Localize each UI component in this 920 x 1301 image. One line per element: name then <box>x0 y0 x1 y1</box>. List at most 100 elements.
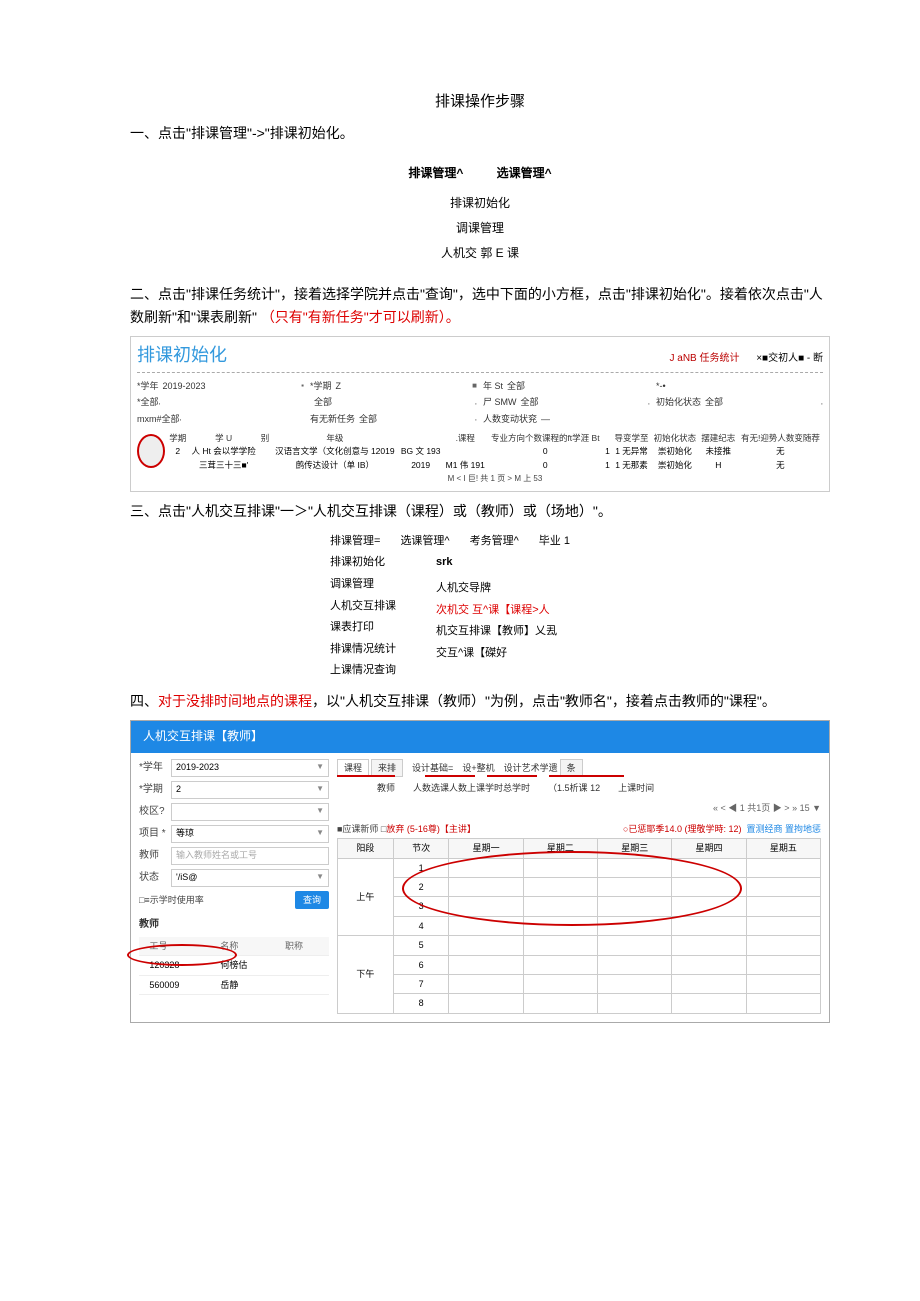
menu3-l-0[interactable]: 排课初始化 <box>330 554 396 572</box>
info-2a: （1.5析课 <box>548 783 588 793</box>
menu3-r-4[interactable]: 机交互排课【教师】乂厾 <box>436 623 557 641</box>
leg-la: ■应课新师 □ <box>337 824 386 834</box>
f-xq-v[interactable]: Z <box>332 379 473 393</box>
f-xq-l: *学期 <box>310 379 332 393</box>
menu3-r-5[interactable]: 交互^课【磔好 <box>436 645 557 663</box>
status-select[interactable]: '/iS@▼ <box>171 869 329 887</box>
f-c-l: 尸 SMW <box>483 395 517 409</box>
menu1-item-2[interactable]: 人机交 郭 E 课 <box>130 244 830 263</box>
teacher-section-label: 教师 <box>139 917 329 933</box>
step1-text: 一、点击"排课管理"->"排课初始化。 <box>130 122 830 144</box>
step2-text-a: 二、点击"排课任务统计"，接着选择学院并点击"查询"，选中下面的小方框，点击"排… <box>130 286 823 324</box>
menu3-r-2[interactable]: 人机交导牌 <box>436 580 557 598</box>
f-d-l: 初始化状态 <box>656 395 701 409</box>
tab-3[interactable]: 设计艺术学遗 <box>504 761 558 775</box>
menu1-top-0[interactable]: 排课管理^ <box>408 166 463 180</box>
sh3: 星期二 <box>523 839 597 858</box>
xy-select[interactable]: ▼ <box>171 803 329 821</box>
seg2: 下午 <box>338 936 394 1014</box>
course-pager[interactable]: « < ◀ 1 共1页 ▶ > » 15 ▼ <box>337 801 821 815</box>
th4 <box>398 432 443 446</box>
menu3-l-5[interactable]: 上课情况查询 <box>330 662 396 680</box>
f-xn-v[interactable]: 2019-2023 <box>159 379 302 393</box>
sh4: 星期三 <box>598 839 672 858</box>
r-am-4[interactable]: 4 <box>393 916 449 935</box>
xq-select[interactable]: 2▼ <box>171 781 329 799</box>
table-row[interactable]: 三茸三十三■'鹧传达设计（单 IB）2019M1 伟 191011 无那素崇初始… <box>167 459 823 473</box>
xn-label: *学年 <box>139 760 167 776</box>
sh1: 节次 <box>393 839 449 858</box>
menu3-l-4[interactable]: 排课情况统计 <box>330 641 396 659</box>
panel2-pager[interactable]: M < I 巨! 共 1 页 > M 上 53 <box>167 473 823 486</box>
panel2: 排课初始化 J aNB 任务统计 ×■交初人■ - 断 *学年2019-2023… <box>130 336 830 493</box>
r-am-2[interactable]: 2 <box>393 877 449 896</box>
panel2-tab-task[interactable]: J aNB 任务统计 <box>670 353 740 364</box>
teacher-input[interactable]: 输入教师姓名或工号 <box>171 847 329 865</box>
status-label: 状态 <box>139 870 167 886</box>
r-pm-5[interactable]: 5 <box>393 936 449 955</box>
menu1-item-0[interactable]: 排课初始化 <box>130 194 830 213</box>
step4-text: 四、对于没排时间地点的课程，以"人机交互排课（教师）"为例，点击"教师名"，接着… <box>130 690 830 712</box>
sh6: 星期五 <box>746 839 820 858</box>
f-f-l: 有无新任务 <box>310 412 355 426</box>
menu3-top-1[interactable]: 选课管理^ <box>400 533 449 551</box>
screenshot-panel: 人机交互排课【教师】 *学年2019-2023▼ *学期2▼ 校区?▼ 项目 *… <box>130 720 830 1022</box>
menu1-top-1[interactable]: 选课管理^ <box>497 166 552 180</box>
menu3-l-3[interactable]: 课表打印 <box>330 619 396 637</box>
menu1-item-1[interactable]: 调课管理 <box>130 219 830 238</box>
th11: 有无!迎势人数变随荐 <box>738 432 823 446</box>
query-button[interactable]: 查询 <box>295 891 329 909</box>
f-b-v[interactable]: 全部 <box>310 395 475 409</box>
xy-label: 校区? <box>139 804 167 820</box>
info-2b: 12 <box>590 783 600 793</box>
sh0: 阳段 <box>338 839 394 858</box>
table-row[interactable]: 2人 Ht 会以学学险汉语言文学（文化创意与 12019BG 文 193011 … <box>167 445 823 459</box>
th6: 专业方向个数课程的ft学涯 Bt <box>487 432 603 446</box>
r-am-1[interactable]: 1 <box>393 858 449 877</box>
th2: 别 <box>259 432 272 446</box>
menu3-top-3[interactable]: 毕业 1 <box>539 533 570 551</box>
menu1: 排课管理^ 选课管理^ 排课初始化 调课管理 人机交 郭 E 课 <box>130 164 830 263</box>
f-f-v[interactable]: 全部 <box>355 412 475 426</box>
th9: 初始化状态 <box>651 432 699 446</box>
leg-lb: 放弃 (5-16尊)【主讲】 <box>386 824 476 834</box>
menu3-l-1[interactable]: 调课管理 <box>330 576 396 594</box>
r-pm-7[interactable]: 7 <box>393 974 449 993</box>
f-ext-l: *-• <box>656 379 666 393</box>
f-d-v[interactable]: 全部 <box>701 395 821 409</box>
menu3-top-2[interactable]: 考务管理^ <box>470 533 519 551</box>
tth3: 职称 <box>283 937 329 956</box>
page-title: 排课操作步骤 <box>130 90 830 114</box>
panel2-tab-refresh[interactable]: ×■交初人■ - 断 <box>756 353 823 364</box>
r-pm-6[interactable]: 6 <box>393 955 449 974</box>
seg1: 上午 <box>338 858 394 936</box>
th1: 学 U <box>189 432 259 446</box>
tab-1[interactable]: 设计基础= <box>412 761 453 775</box>
chk-usage[interactable]: □≡示学时使用率 <box>139 893 204 907</box>
shot-left: *学年2019-2023▼ *学期2▼ 校区?▼ 项目 *等琼▼ 教师输入教师姓… <box>139 759 329 1014</box>
course-tabs: 课程 来排 设计基础= 设+整机 设计艺术学遗 条 <box>337 759 821 777</box>
leg-r: ○已惩耶季14.0 (理敬学時: 12) <box>623 824 741 834</box>
menu3-r-0: srk <box>436 554 557 572</box>
f-a-l: *全部 <box>137 395 159 409</box>
tab-2[interactable]: 设+整机 <box>462 761 494 775</box>
menu3-r-3[interactable]: 次机交 互^课【课程>人 <box>436 602 557 620</box>
f-c-v[interactable]: 全部 <box>517 395 648 409</box>
teacher-row[interactable]: 560009岳静 <box>139 975 329 994</box>
panel2-table: 学期 学 U 别 年级 .课程 专业方向个数课程的ft学涯 Bt 导变学至 初始… <box>167 432 823 486</box>
th8: 导变学至 <box>612 432 651 446</box>
sh2: 星期一 <box>449 839 523 858</box>
item-select[interactable]: 等琼▼ <box>171 825 329 843</box>
r-am-3[interactable]: 3 <box>393 897 449 916</box>
info-0: 教师 <box>377 781 395 795</box>
menu3-l-2[interactable]: 人机交互排课 <box>330 598 396 616</box>
f-e-l: mxm#全部 <box>137 412 180 426</box>
r-pm-8[interactable]: 8 <box>393 994 449 1013</box>
f-ns-v[interactable]: 全部 <box>503 379 650 393</box>
leg-links[interactable]: 置测经商 置拘地惩 <box>746 824 821 834</box>
menu3-top-0[interactable]: 排课管理= <box>330 533 380 551</box>
step2-text: 二、点击"排课任务统计"，接着选择学院并点击"查询"，选中下面的小方框，点击"排… <box>130 283 830 328</box>
shot-title: 人机交互排课【教师】 <box>131 721 829 752</box>
f-g-v[interactable]: — <box>537 412 650 426</box>
xn-select[interactable]: 2019-2023▼ <box>171 759 329 777</box>
